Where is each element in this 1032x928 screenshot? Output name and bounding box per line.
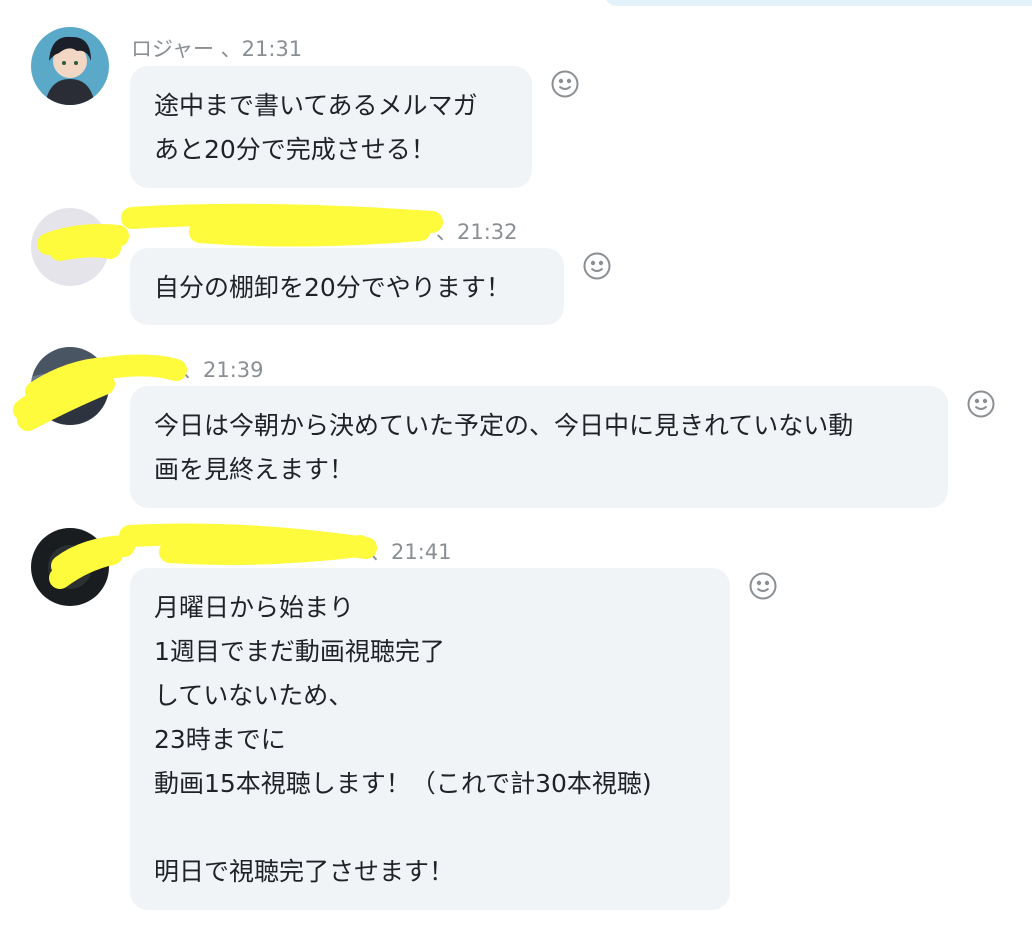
message-bubble: 途中まで書いてあるメルマガ あと20分で完成させる！: [130, 66, 532, 188]
meta-separator: 、: [436, 220, 457, 244]
message-meta: 、21:41: [370, 536, 452, 566]
message-line: 月曜日から始まり: [154, 593, 355, 622]
meta-separator: 、: [370, 540, 391, 564]
message-line: していないため、: [154, 681, 354, 710]
message-line: 1週目でまだ動画視聴完了: [154, 637, 445, 666]
avatar[interactable]: [31, 347, 109, 425]
message-line: 明日で視聴完了させます！: [154, 857, 455, 886]
message-line: 動画15本視聴します！（これで計30本視聴): [154, 769, 652, 798]
message-bubble: 月曜日から始まり 1週目でまだ動画視聴完了 していないため、 23時までに 動画…: [130, 568, 730, 910]
message-line: [154, 806, 706, 850]
avatar[interactable]: [31, 528, 109, 606]
meta-separator: 、: [213, 37, 242, 61]
message-time: 21:32: [457, 220, 518, 244]
message-time: 21:41: [391, 540, 452, 564]
message-line: 途中まで書いてあるメルマガ: [154, 91, 478, 120]
message-line: 自分の棚卸を20分でやります！: [154, 273, 511, 302]
sender-name: ロジャー: [131, 37, 214, 61]
message-line: あと20分で完成させる！: [154, 135, 436, 164]
previous-message-bubble: [604, 0, 1032, 6]
avatar[interactable]: [31, 208, 109, 286]
message-time: 21:39: [203, 358, 264, 382]
meta-separator: 、: [182, 358, 203, 382]
message-bubble: 今日は今朝から決めていた予定の、今日中に見きれていない動 画を見終えます！: [130, 386, 948, 508]
smiley-icon[interactable]: [966, 389, 996, 419]
message-meta: 、21:32: [436, 216, 518, 246]
message-line: 今日は今朝から決めていた予定の、今日中に見きれていない動: [154, 411, 854, 440]
message-line: 画を見終えます！: [154, 455, 355, 484]
message-time: 21:31: [241, 37, 303, 61]
message-line: 23時までに: [154, 725, 286, 754]
message-meta: 、21:39: [182, 354, 264, 384]
avatar[interactable]: [31, 27, 109, 105]
smiley-icon[interactable]: [550, 69, 580, 99]
message-bubble: 自分の棚卸を20分でやります！: [130, 248, 564, 325]
smiley-icon[interactable]: [748, 571, 778, 601]
message-meta: ロジャー 、21:31: [131, 33, 302, 63]
smiley-icon[interactable]: [582, 251, 612, 281]
